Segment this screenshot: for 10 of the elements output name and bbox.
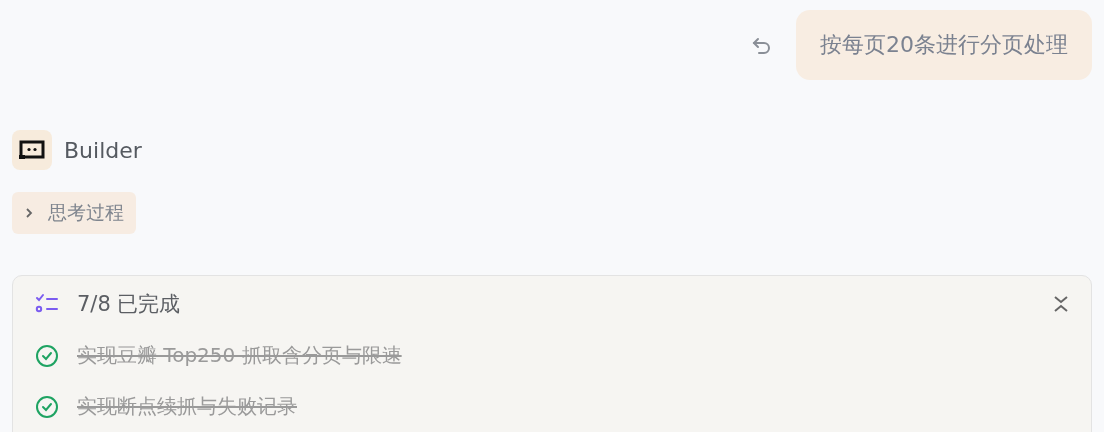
todo-summary: 7/8 已完成 — [77, 291, 182, 318]
todo-item: 实现断点续抓与失败记录 — [77, 393, 297, 420]
checklist-icon — [35, 293, 59, 315]
thinking-toggle[interactable]: 思考过程 — [12, 192, 136, 234]
user-message: 按每页20条进行分页处理 — [796, 10, 1092, 80]
agent-name: Builder — [64, 137, 142, 163]
agent-avatar — [12, 130, 52, 170]
chevron-right-icon — [24, 207, 34, 219]
todo-item: 实现豆瓣 Top250 抓取含分页与限速 — [77, 342, 402, 369]
collapse-icon[interactable] — [1053, 294, 1069, 314]
